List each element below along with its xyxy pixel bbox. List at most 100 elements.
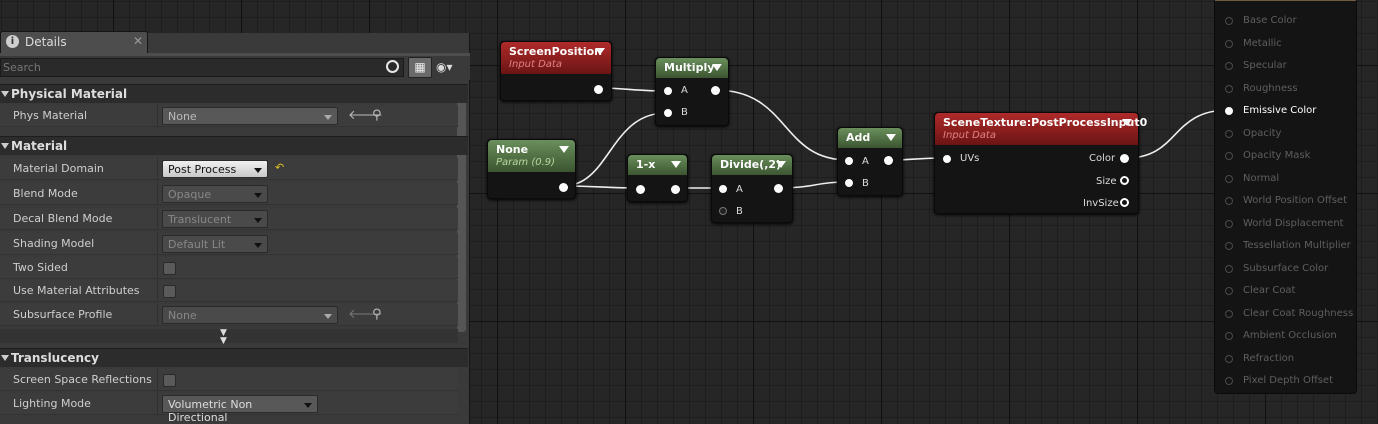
details-panel: i Details ✕ ▦ ◉▾ Physical Material Phys …	[0, 31, 470, 424]
output-pin[interactable]	[594, 85, 603, 94]
section-translucency[interactable]: Translucency	[0, 348, 468, 367]
pin-dot[interactable]	[1225, 62, 1233, 70]
subsurface-profile-combo[interactable]: None	[162, 306, 338, 324]
pin-dot[interactable]	[1225, 129, 1233, 138]
node-title: Add	[846, 131, 871, 144]
pin-label: World Position Offset	[1243, 195, 1347, 206]
section-physical-material[interactable]: Physical Material	[0, 84, 468, 103]
output-pin[interactable]	[711, 86, 720, 95]
section-material[interactable]: Material	[0, 136, 468, 155]
input-pin-b[interactable]	[664, 109, 672, 117]
pin-label: Opacity	[1243, 127, 1282, 139]
collapse-arrow-icon[interactable]	[595, 48, 605, 55]
material-domain-combo[interactable]: Post Process	[162, 160, 268, 178]
node-title: Multiply	[664, 61, 715, 74]
pin-dot[interactable]	[1225, 152, 1233, 160]
details-tab[interactable]: i Details ✕	[0, 31, 148, 53]
browse-search-icon[interactable]: ⚲	[372, 307, 382, 322]
phys-material-combo[interactable]: None	[162, 107, 338, 125]
pin-label: World Displacement	[1243, 217, 1344, 229]
expand-arrow-icon	[1, 91, 9, 97]
output-pin[interactable]	[671, 185, 680, 194]
pin-dot[interactable]	[1225, 219, 1233, 228]
input-pin-a[interactable]	[845, 157, 853, 165]
wire-multiply-add	[714, 89, 849, 161]
node-title: 1-x	[636, 158, 656, 171]
ssr-checkbox[interactable]	[163, 374, 176, 387]
collapse-arrow-icon[interactable]	[559, 146, 569, 153]
node-title: ScreenPosition	[509, 45, 602, 58]
pin-dot[interactable]	[1225, 197, 1233, 205]
input-pin-b[interactable]	[845, 179, 853, 187]
double-chevron-down-icon[interactable]: ▼ ▼	[220, 329, 227, 346]
two-sided-checkbox[interactable]	[163, 262, 176, 275]
input-pin-a[interactable]	[664, 87, 672, 95]
pin-label: A	[681, 85, 688, 96]
pin-label: Clear Coat	[1243, 285, 1296, 296]
shading-model-combo[interactable]: Default Lit	[162, 235, 268, 253]
details-icon: i	[6, 35, 19, 48]
pin-dot[interactable]	[1225, 309, 1233, 318]
input-pin-uvs[interactable]	[943, 155, 951, 163]
pin-label: Emissive Color	[1243, 105, 1317, 116]
pin-label: Color	[1089, 153, 1116, 164]
advanced-expand-row[interactable]: ▼ ▼	[0, 329, 458, 346]
eye-icon[interactable]: ◉▾	[436, 60, 453, 74]
input-pin-a[interactable]	[719, 185, 727, 193]
node-one-minus[interactable]: 1-x	[627, 154, 688, 202]
pin-dot[interactable]	[1225, 287, 1233, 295]
pin-dot[interactable]	[1225, 39, 1233, 48]
reset-to-default-icon[interactable]: ↶	[275, 161, 284, 174]
use-material-attributes-checkbox[interactable]	[163, 285, 176, 298]
node-none-param[interactable]: None Param (0.9)	[487, 139, 576, 199]
search-icon[interactable]	[386, 60, 399, 73]
node-screen-position[interactable]: ScreenPosition Input Data	[500, 41, 612, 101]
pin-label: Specular	[1243, 60, 1287, 71]
pin-dot[interactable]	[1225, 174, 1233, 183]
node-title: SceneTexture:PostProcessInput0	[943, 116, 1148, 129]
pin-dot[interactable]	[1225, 332, 1233, 340]
pin-dot[interactable]	[1225, 242, 1233, 250]
expand-arrow-icon	[1, 355, 9, 361]
output-pin-invsize[interactable]	[1120, 198, 1129, 207]
browse-search-icon[interactable]: ⚲	[372, 108, 382, 123]
search-input[interactable]	[0, 58, 404, 77]
output-pin[interactable]	[559, 183, 568, 192]
node-scene-texture[interactable]: SceneTexture:PostProcessInput0 Input Data…	[934, 112, 1147, 214]
collapse-arrow-icon[interactable]	[886, 134, 896, 141]
pin-label: B	[736, 206, 743, 217]
output-node-header	[1215, 0, 1356, 1]
collapse-arrow-icon[interactable]	[671, 161, 681, 168]
node-divide[interactable]: Divide(,2) A B	[711, 154, 793, 223]
pin-dot[interactable]	[1225, 377, 1233, 385]
output-pin[interactable]	[884, 156, 893, 165]
input-pin[interactable]	[636, 185, 645, 194]
input-pin-b[interactable]	[719, 207, 727, 215]
pin-label: B	[681, 107, 688, 118]
blend-mode-combo[interactable]: Opaque	[162, 185, 268, 203]
panel-scrollbar[interactable]	[457, 84, 466, 332]
pin-label: B	[862, 178, 869, 189]
output-pin[interactable]	[774, 184, 783, 193]
pin-dot[interactable]	[1225, 354, 1233, 363]
pin-dot[interactable]	[1225, 264, 1233, 273]
node-subtitle: Input Data	[509, 59, 562, 70]
output-pin-color[interactable]	[1120, 154, 1129, 163]
output-pin-size[interactable]	[1120, 176, 1129, 185]
collapse-arrow-icon[interactable]	[712, 64, 722, 71]
collapse-arrow-icon[interactable]	[776, 161, 786, 168]
collapse-arrow-icon[interactable]	[1122, 119, 1132, 126]
node-multiply[interactable]: Multiply A B	[655, 57, 729, 126]
close-icon[interactable]: ✕	[133, 34, 143, 48]
node-add[interactable]: Add A B	[837, 127, 903, 196]
decal-blend-mode-combo[interactable]: Translucent	[162, 210, 268, 228]
material-output-node[interactable]: Base Color Metallic Specular Roughness Emiss…	[1214, 0, 1357, 394]
grid-view-icon[interactable]: ▦	[408, 57, 432, 78]
pin-dot[interactable]	[1225, 84, 1233, 93]
lighting-mode-combo[interactable]: Volumetric Non Directional	[162, 395, 318, 424]
pin-label: Roughness	[1243, 82, 1298, 94]
row-use-material-attributes: Use Material Attributes	[0, 280, 458, 302]
pin-dot[interactable]	[1225, 17, 1233, 25]
pin-label: Clear Coat Roughness	[1243, 307, 1354, 319]
pin-dot[interactable]	[1225, 107, 1233, 115]
